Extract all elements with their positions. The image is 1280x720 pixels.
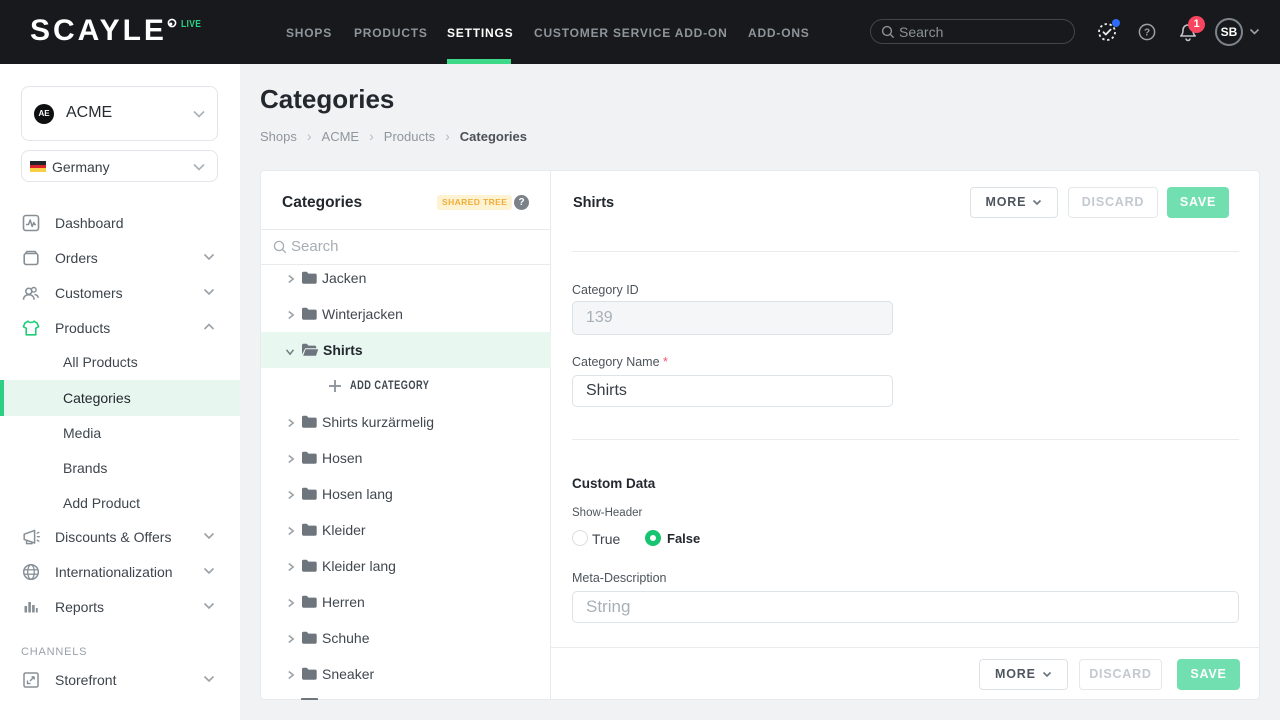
svg-text:?: ? bbox=[1144, 28, 1150, 39]
